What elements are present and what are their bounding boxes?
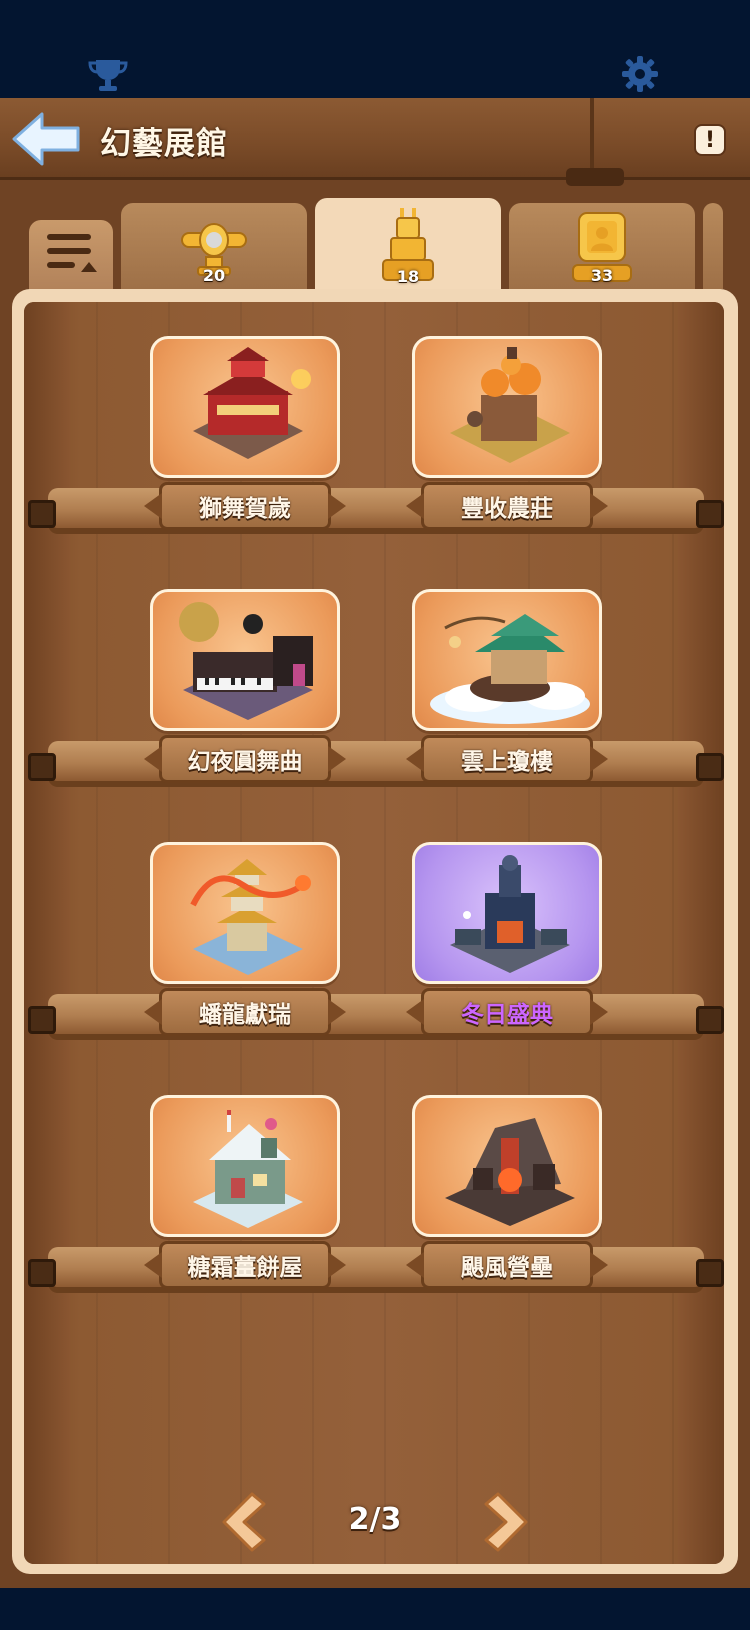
dragon-pagoda-art	[150, 842, 340, 984]
shelf-1	[28, 488, 724, 550]
tab-airplane[interactable]: 20	[121, 203, 307, 289]
exhibit-name: 冬日盛典	[461, 1002, 553, 1028]
shelf-4	[28, 1247, 724, 1309]
shelf-2	[28, 741, 724, 803]
exhibit-name: 獅舞賀歲	[199, 496, 291, 522]
exhibit-item[interactable]: 獅舞賀歲	[150, 336, 340, 530]
exhibit-name: 幻夜圓舞曲	[187, 749, 303, 775]
top-bar	[0, 0, 750, 98]
trophy-icon[interactable]	[88, 58, 128, 92]
lion-dance-palace-art	[150, 336, 340, 478]
back-arrow-icon[interactable]	[10, 110, 82, 168]
night-waltz-piano-art	[150, 589, 340, 731]
cloud-pavilion-art	[412, 589, 602, 731]
info-button[interactable]: !	[694, 124, 726, 156]
exhibit-name: 糖霜薑餅屋	[187, 1255, 303, 1281]
exhibit-name: 豐收農莊	[461, 496, 553, 522]
shelf-3	[28, 994, 724, 1056]
next-page-arrow-icon[interactable]	[482, 1490, 534, 1554]
exhibit-item-highlighted[interactable]: 冬日盛典	[412, 842, 602, 1036]
page-indicator: 2/3	[348, 1502, 402, 1537]
latch-decoration	[566, 168, 624, 186]
exhibit-name: 蟠龍獻瑞	[199, 1002, 291, 1028]
tab-frame[interactable]: 33	[509, 203, 695, 289]
tab-more[interactable]	[703, 203, 723, 289]
exhibit-name-plate: 雲上瓊樓	[421, 735, 593, 783]
tab-count: 33	[590, 266, 614, 285]
exhibit-name: 颶風營壘	[461, 1255, 553, 1281]
bottom-nav-bar	[0, 1588, 750, 1630]
tab-tower[interactable]: 18	[315, 198, 501, 290]
tab-filter-menu[interactable]	[29, 220, 113, 290]
exhibit-name-plate: 豐收農莊	[421, 482, 593, 530]
exhibit-name-plate: 幻夜圓舞曲	[159, 735, 331, 783]
tab-count: 20	[202, 266, 226, 285]
exhibit-item[interactable]: 蟠龍獻瑞	[150, 842, 340, 1036]
previous-page-arrow-icon[interactable]	[216, 1490, 268, 1554]
exhibit-name: 雲上瓊樓	[461, 749, 553, 775]
exhibit-item[interactable]: 雲上瓊樓	[412, 589, 602, 783]
exclamation-icon: !	[704, 127, 716, 153]
tab-count: 18	[396, 267, 420, 286]
storm-fortress-art	[412, 1095, 602, 1237]
exhibit-name-plate: 蟠龍獻瑞	[159, 988, 331, 1036]
winter-gala-tower-art	[412, 842, 602, 984]
page-title: 幻藝展館	[100, 126, 228, 162]
exhibit-item[interactable]: 豐收農莊	[412, 336, 602, 530]
gingerbread-house-art	[150, 1095, 340, 1237]
harvest-farm-art	[412, 336, 602, 478]
settings-gear-icon[interactable]	[622, 56, 658, 92]
exhibit-name-plate: 獅舞賀歲	[159, 482, 331, 530]
exhibit-item[interactable]: 糖霜薑餅屋	[150, 1095, 340, 1289]
exhibit-name-plate: 糖霜薑餅屋	[159, 1241, 331, 1289]
exhibit-name-plate: 冬日盛典	[421, 988, 593, 1036]
filter-list-icon	[47, 234, 97, 272]
exhibit-item[interactable]: 幻夜圓舞曲	[150, 589, 340, 783]
exhibit-item[interactable]: 颶風營壘	[412, 1095, 602, 1289]
exhibit-name-plate: 颶風營壘	[421, 1241, 593, 1289]
